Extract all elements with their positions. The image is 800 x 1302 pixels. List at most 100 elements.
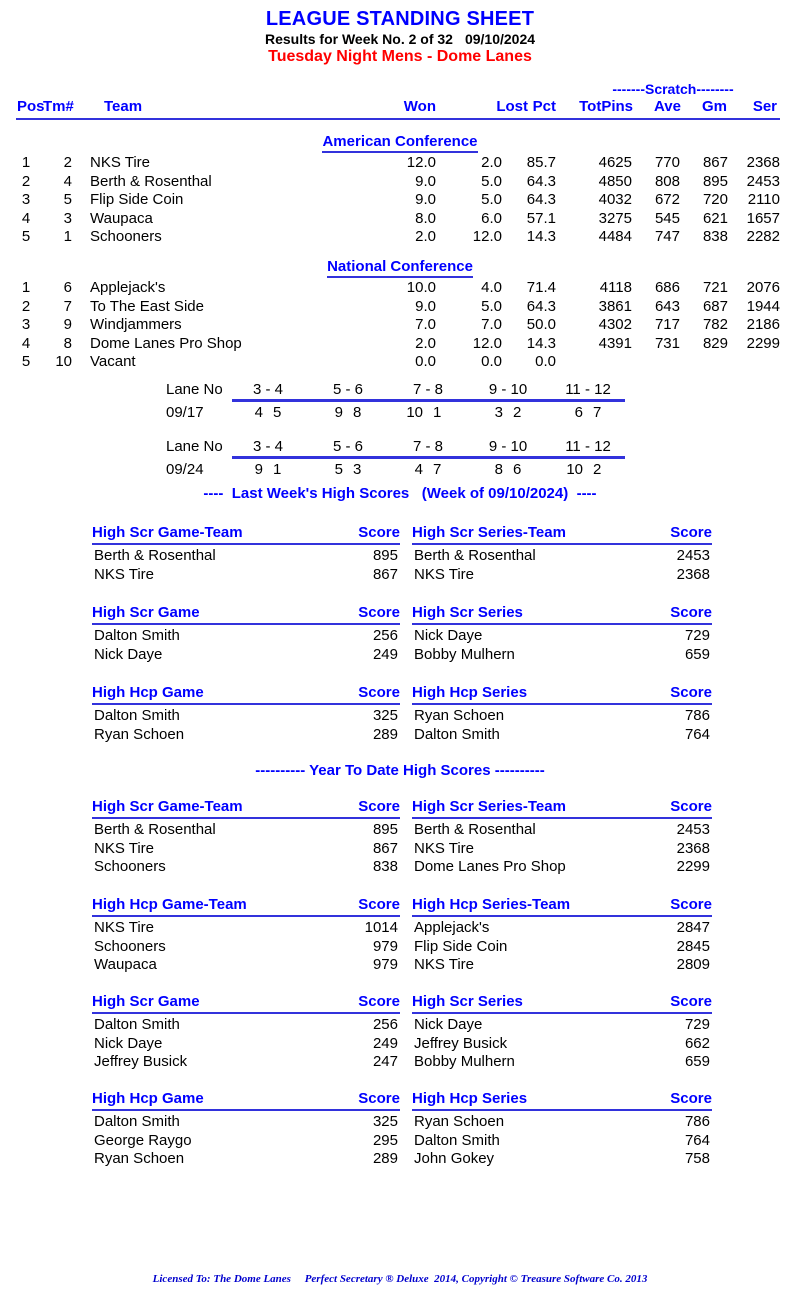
- cell-team-name: To The East Side: [90, 297, 204, 315]
- conference-title-text: American Conference: [322, 133, 478, 153]
- table-row: 4 8 Dome Lanes Pro Shop 2.0 12.0 14.3 4391 731 8…: [0, 335, 800, 353]
- cell-gm: 687: [702, 297, 728, 315]
- score-table-rule: [92, 623, 400, 625]
- scratch-group-label: -------Scratch--------: [612, 81, 734, 97]
- lane-team-number: 8: [494, 461, 503, 478]
- year-to-date-banner: ---------- Year To Date High Scores ----…: [255, 762, 545, 779]
- score-table-rule: [92, 915, 400, 917]
- score-entry-name: Schooners: [94, 937, 166, 955]
- score-table-rule: [92, 1109, 400, 1111]
- lane-team-number: 9: [254, 461, 263, 478]
- score-column-header: Score: [358, 684, 400, 701]
- lane-schedule-date: 09/17: [166, 404, 204, 421]
- cell-gm: 782: [702, 316, 728, 334]
- score-entry-value: 2809: [676, 956, 710, 974]
- lane-team-number: 10: [406, 404, 423, 421]
- cell-pos: 1: [21, 154, 31, 171]
- score-table-title: High Hcp Game: [92, 684, 204, 701]
- score-entry-name: Nick Daye: [414, 627, 483, 644]
- cell-ser: 1944: [746, 297, 780, 315]
- cell-gm: 838: [702, 228, 728, 246]
- score-table-rule: [92, 543, 400, 545]
- score-column-header: Score: [670, 684, 712, 701]
- cell-lost: 7.0: [481, 316, 502, 334]
- cell-team-number: 5: [63, 191, 72, 209]
- cell-team-number: 8: [63, 334, 72, 352]
- conference-title: National Conference: [0, 258, 800, 278]
- lane-schedule-rule: [232, 456, 625, 459]
- score-entry-value: 729: [684, 1016, 710, 1033]
- score-entry-name: Ryan Schoen: [414, 1113, 505, 1130]
- cell-totpins: 4484: [598, 228, 632, 246]
- cell-team-name: Dome Lanes Pro Shop: [90, 334, 242, 352]
- results-date: 09/10/2024: [464, 31, 536, 47]
- cell-team-number: 2: [63, 154, 72, 171]
- cell-pos: 3: [21, 191, 31, 209]
- score-table-title: High Scr Series-Team: [412, 798, 566, 815]
- lane-pair-header: 5 - 6: [332, 381, 363, 398]
- score-entry-name: Nick Daye: [94, 645, 163, 663]
- cell-pos: 4: [21, 334, 31, 352]
- cell-totpins: 4391: [598, 334, 632, 352]
- score-entry-value: 979: [372, 937, 398, 955]
- score-entry-name: Nick Daye: [94, 1034, 163, 1052]
- score-column-header: Score: [670, 896, 712, 913]
- last-week-banner: ---- Last Week's High Scores (Week of 09…: [203, 485, 597, 502]
- cell-pct: 71.4: [526, 279, 556, 296]
- cell-pct: 50.0: [526, 316, 556, 334]
- lane-pair-header: 7 - 8: [412, 381, 443, 398]
- cell-lost: 0.0: [481, 353, 502, 371]
- score-entry-name: Dalton Smith: [414, 1131, 500, 1149]
- score-column-header: Score: [670, 524, 712, 541]
- lane-pair-header: 9 - 10: [488, 381, 528, 398]
- score-entry-value: 2368: [676, 565, 710, 583]
- cell-gm: 621: [702, 209, 728, 227]
- score-table-rule: [412, 1012, 712, 1014]
- column-header-won: Won: [403, 98, 436, 115]
- cell-team-name: Waupaca: [90, 209, 153, 227]
- cell-pct: 14.3: [526, 334, 556, 352]
- score-table-title: High Scr Series: [412, 993, 523, 1010]
- score-entry-value: 662: [684, 1034, 710, 1052]
- cell-team-number: 10: [55, 353, 72, 371]
- score-entry-name: Ryan Schoen: [414, 707, 505, 724]
- cell-team-name: Berth & Rosenthal: [90, 172, 212, 190]
- cell-gm: 721: [702, 279, 728, 296]
- cell-pos: 2: [21, 297, 31, 315]
- score-entry-value: 2847: [676, 919, 710, 936]
- score-entry-value: 867: [372, 565, 398, 583]
- cell-team-name: Applejack's: [90, 279, 166, 296]
- cell-pct: 64.3: [526, 172, 556, 190]
- table-row: 5 1 Schooners 2.0 12.0 14.3 4484 747 838 2282: [0, 228, 800, 246]
- cell-pct: 57.1: [526, 209, 556, 227]
- score-entry-value: 764: [684, 725, 710, 743]
- cell-ave: 643: [654, 297, 680, 315]
- score-table-title: High Scr Game-Team: [92, 524, 243, 541]
- cell-ser: 2186: [746, 316, 780, 334]
- table-row: 1 2 NKS Tire 12.0 2.0 85.7 4625 770 867 2368: [0, 154, 800, 172]
- cell-won: 8.0: [415, 209, 436, 227]
- lane-team-number: 2: [513, 404, 522, 421]
- score-entry-value: 247: [372, 1053, 398, 1071]
- score-entry-name: Jeffrey Busick: [94, 1053, 188, 1071]
- score-table-title: High Hcp Series-Team: [412, 896, 571, 913]
- cell-lost: 4.0: [481, 279, 502, 296]
- column-header-team: Team: [104, 98, 143, 115]
- cell-ave: 717: [654, 316, 680, 334]
- table-row: 3 9 Windjammers 7.0 7.0 50.0 4302 717 782 2186: [0, 316, 800, 334]
- cell-lost: 6.0: [481, 209, 502, 227]
- score-entry-value: 659: [684, 645, 710, 663]
- cell-ser: 2282: [746, 228, 780, 246]
- cell-team-name: NKS Tire: [90, 154, 151, 171]
- cell-won: 9.0: [415, 172, 436, 190]
- cell-totpins: 4032: [598, 191, 632, 209]
- score-entry-name: Bobby Mulhern: [414, 1053, 515, 1071]
- cell-pos: 3: [21, 316, 31, 334]
- lane-pair-header: 11 - 12: [565, 381, 611, 398]
- score-entry-name: Ryan Schoen: [94, 1150, 185, 1168]
- score-entry-value: 758: [684, 1150, 710, 1168]
- score-entry-name: John Gokey: [414, 1150, 495, 1168]
- score-entry-value: 2845: [676, 937, 710, 955]
- column-header-ave: Ave: [654, 98, 681, 115]
- score-entry-value: 249: [372, 1034, 398, 1052]
